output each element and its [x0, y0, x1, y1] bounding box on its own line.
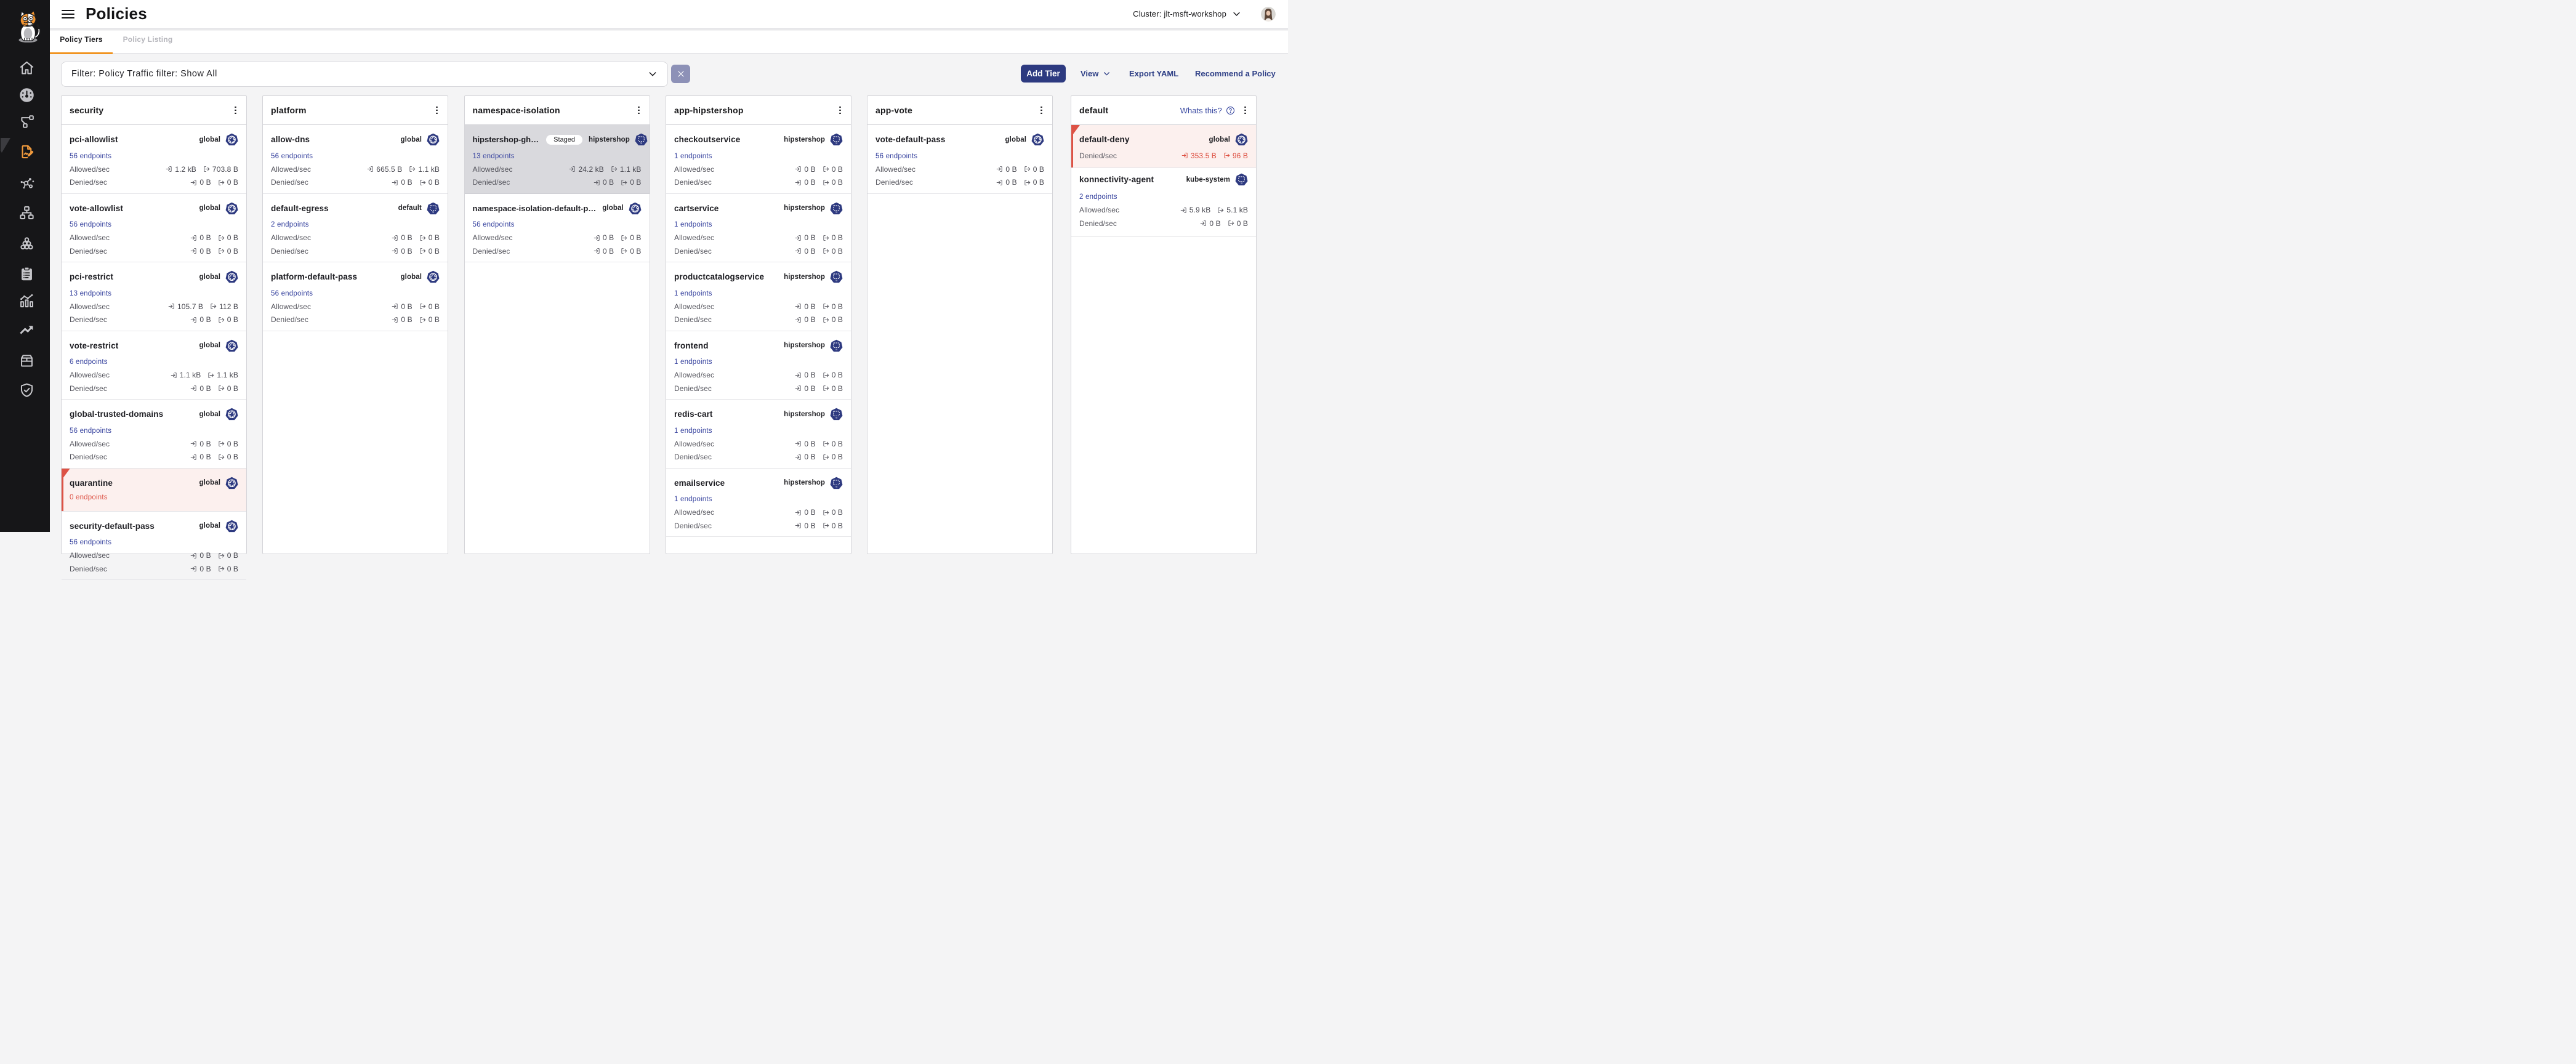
- svg-text:ns: ns: [432, 211, 435, 213]
- svg-text:ns: ns: [835, 348, 838, 350]
- svg-text:ns: ns: [835, 280, 838, 282]
- svg-text:ns: ns: [835, 142, 838, 145]
- svg-text:ns: ns: [835, 417, 838, 419]
- svg-text:ns: ns: [640, 142, 643, 145]
- svg-text:ns: ns: [1241, 182, 1243, 185]
- svg-text:ns: ns: [835, 485, 838, 488]
- svg-text:ns: ns: [835, 211, 838, 213]
